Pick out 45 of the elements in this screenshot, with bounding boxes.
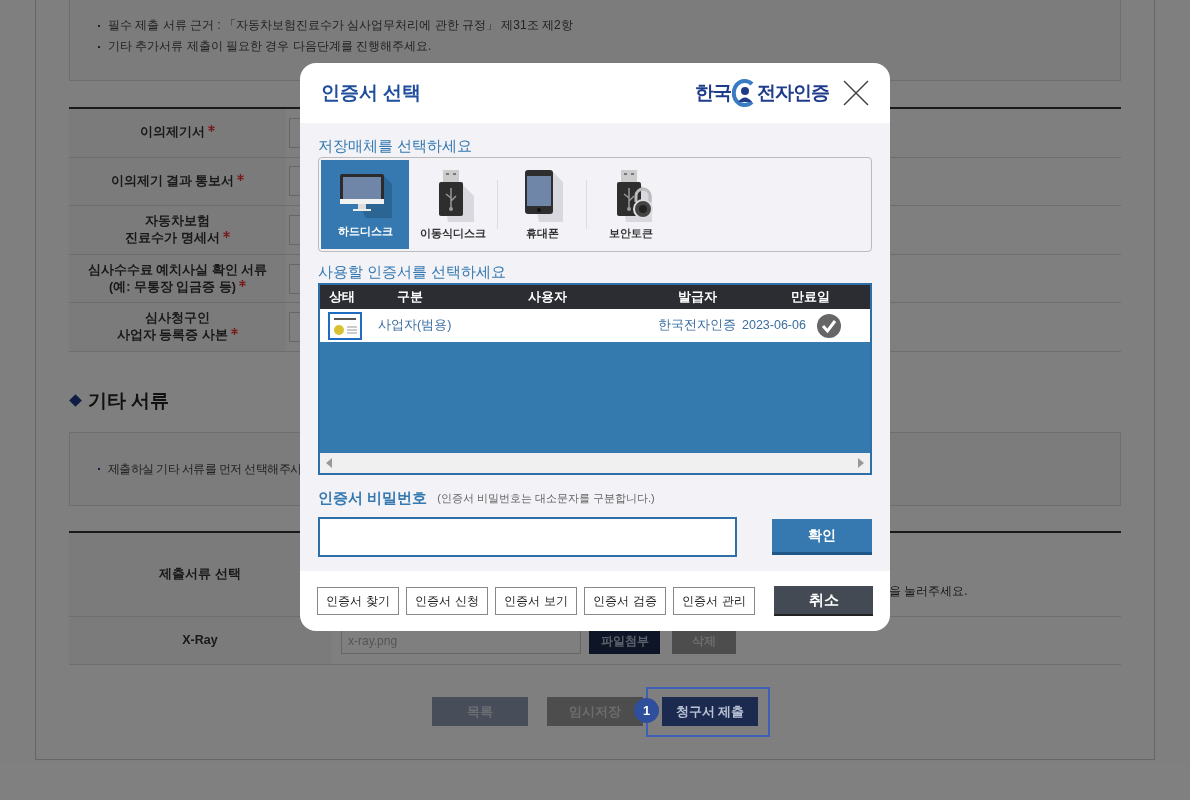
section-heading: 사용할 인증서를 선택하세요 (318, 262, 508, 282)
label-text: 자동차보험 진료수가 명세서 (125, 214, 220, 245)
column-header: 상태 (328, 288, 356, 306)
password-hint: (인증서 비밀번호는 대소문자를 구분합니다.) (437, 490, 655, 506)
password-field[interactable] (318, 517, 737, 557)
certificate-action-button[interactable]: 인증서 보기 (495, 587, 577, 615)
column-header: 구분 (396, 288, 424, 306)
cancel-button[interactable]: 취소 (774, 586, 873, 616)
column-header: 만료일 (789, 288, 831, 306)
scroll-right-icon[interactable] (858, 458, 864, 468)
section-title: 기타 서류 (88, 388, 170, 413)
certificate-type: 사업자(범용) (377, 317, 453, 335)
label-text: 이의제기서 (140, 125, 205, 140)
label-text: 심사수수료 예치사실 확인 서류 (예: 무통장 입금증 등) (87, 262, 268, 294)
expiry-date: 2023-06-06 (742, 317, 807, 335)
password-label: 인증서 비밀번호 (318, 487, 428, 508)
storage-option[interactable]: 휴대폰 (498, 160, 586, 249)
certificate-row[interactable]: 사업자(범용) 한국전자인증 2023-06-06 (320, 309, 870, 342)
certificate-icon (328, 311, 362, 340)
storage-option[interactable]: 하드디스크 (321, 160, 409, 249)
notice-text: 기타 추가서류 제출이 필요한 경우 다음단계를 진행해주세요. (108, 38, 432, 55)
confirm-button[interactable]: 확인 (772, 519, 872, 555)
storage-option[interactable]: 이동식디스크 (409, 160, 497, 249)
instruction-text: 을 눌러주세요. (889, 582, 968, 600)
label-text: 이의제기 결과 통보서 (110, 173, 235, 188)
column-header: 발급자 (676, 288, 718, 306)
submit-button[interactable]: 청구서 제출 (662, 696, 758, 726)
logo-text: 한국 (695, 80, 731, 105)
scroll-left-icon[interactable] (326, 458, 332, 468)
logo-icon (732, 78, 756, 108)
storage-option[interactable]: 보안토큰 (587, 160, 675, 249)
label-cell: X-Ray (69, 616, 331, 664)
notice-text: 제출하실 기타 서류를 먼저 선택해주시 (108, 460, 302, 478)
horizontal-scrollbar[interactable] (320, 453, 870, 473)
certificate-action-button[interactable]: 인증서 검증 (584, 587, 666, 615)
section-heading: 저장매체를 선택하세요 (318, 136, 474, 156)
certificate-issuer: 한국전자인증 (658, 317, 737, 335)
label-text: 심사청구인 사업자 등록증 사본 (117, 311, 228, 343)
notice-text: 필수 제출 서류 근거 : 「자동차보험진료수가 심사업무처리에 관한 규정」 제31조 제2항 (108, 17, 573, 34)
dialog-title: 인증서 선택 (321, 80, 422, 105)
certificate-action-button[interactable]: 인증서 관리 (673, 587, 755, 615)
certificate-action-button[interactable]: 인증서 신청 (406, 587, 488, 615)
column-header: 사용자 (526, 288, 568, 306)
close-icon[interactable] (843, 80, 869, 106)
logo-text: 전자인증 (757, 80, 829, 105)
